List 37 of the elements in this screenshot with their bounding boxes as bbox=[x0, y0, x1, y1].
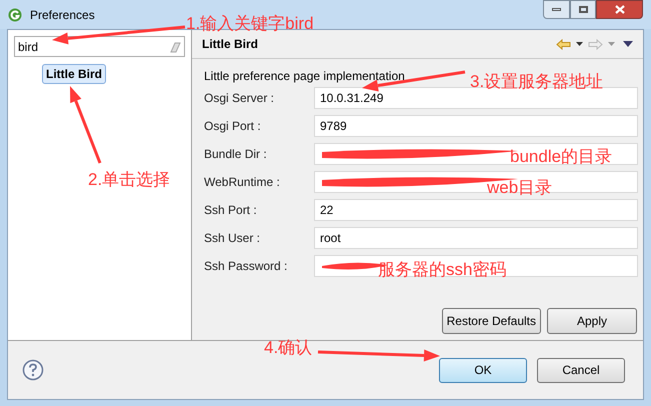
help-icon[interactable] bbox=[22, 359, 44, 381]
window-title: Preferences bbox=[30, 6, 95, 24]
field-label: Ssh Password : bbox=[204, 258, 288, 275]
field-label: WebRuntime : bbox=[204, 174, 281, 191]
tree-item[interactable]: Little Bird bbox=[42, 64, 106, 84]
page-title: Little Bird bbox=[202, 36, 258, 53]
annotation-text: 1.输入关键字bird bbox=[186, 14, 314, 34]
page-description: Little preference page implementation bbox=[204, 68, 405, 84]
dialog-button[interactable]: OK bbox=[439, 358, 527, 382]
minimize-button[interactable] bbox=[543, 0, 570, 19]
input-field[interactable] bbox=[314, 255, 638, 277]
dialog-button[interactable]: Cancel bbox=[537, 358, 625, 382]
clear-icon bbox=[169, 40, 181, 52]
maximize-button[interactable] bbox=[570, 0, 596, 19]
annotation-text: bundle的目录 bbox=[510, 147, 612, 167]
annotation-text: 4.确认 bbox=[264, 338, 312, 358]
close-icon bbox=[614, 5, 624, 14]
annotation-text: 服务器的ssh密码 bbox=[378, 260, 506, 280]
field-label: Ssh User : bbox=[204, 230, 262, 247]
field-label: Bundle Dir : bbox=[204, 146, 268, 163]
field-label: Osgi Port : bbox=[204, 118, 262, 135]
annotation-text: web目录 bbox=[487, 178, 552, 198]
view-menu-icon[interactable] bbox=[623, 41, 633, 47]
back-arrow-icon[interactable] bbox=[556, 38, 571, 50]
annotation-text: 2.单击选择 bbox=[88, 170, 170, 190]
input-field[interactable]: 22 bbox=[314, 199, 638, 221]
field-label: Ssh Port : bbox=[204, 202, 258, 219]
search-field[interactable]: bird bbox=[14, 36, 185, 57]
input-field[interactable]: root bbox=[314, 227, 638, 249]
dropdown-icon[interactable] bbox=[576, 42, 583, 46]
page-button[interactable]: Apply bbox=[547, 308, 637, 334]
app-icon bbox=[8, 8, 22, 22]
page-button[interactable]: Restore Defaults bbox=[442, 308, 541, 334]
field-label: Osgi Server : bbox=[204, 90, 276, 107]
close-button[interactable] bbox=[596, 0, 643, 19]
input-field[interactable] bbox=[314, 143, 638, 165]
input-field[interactable]: 9789 bbox=[314, 115, 638, 137]
